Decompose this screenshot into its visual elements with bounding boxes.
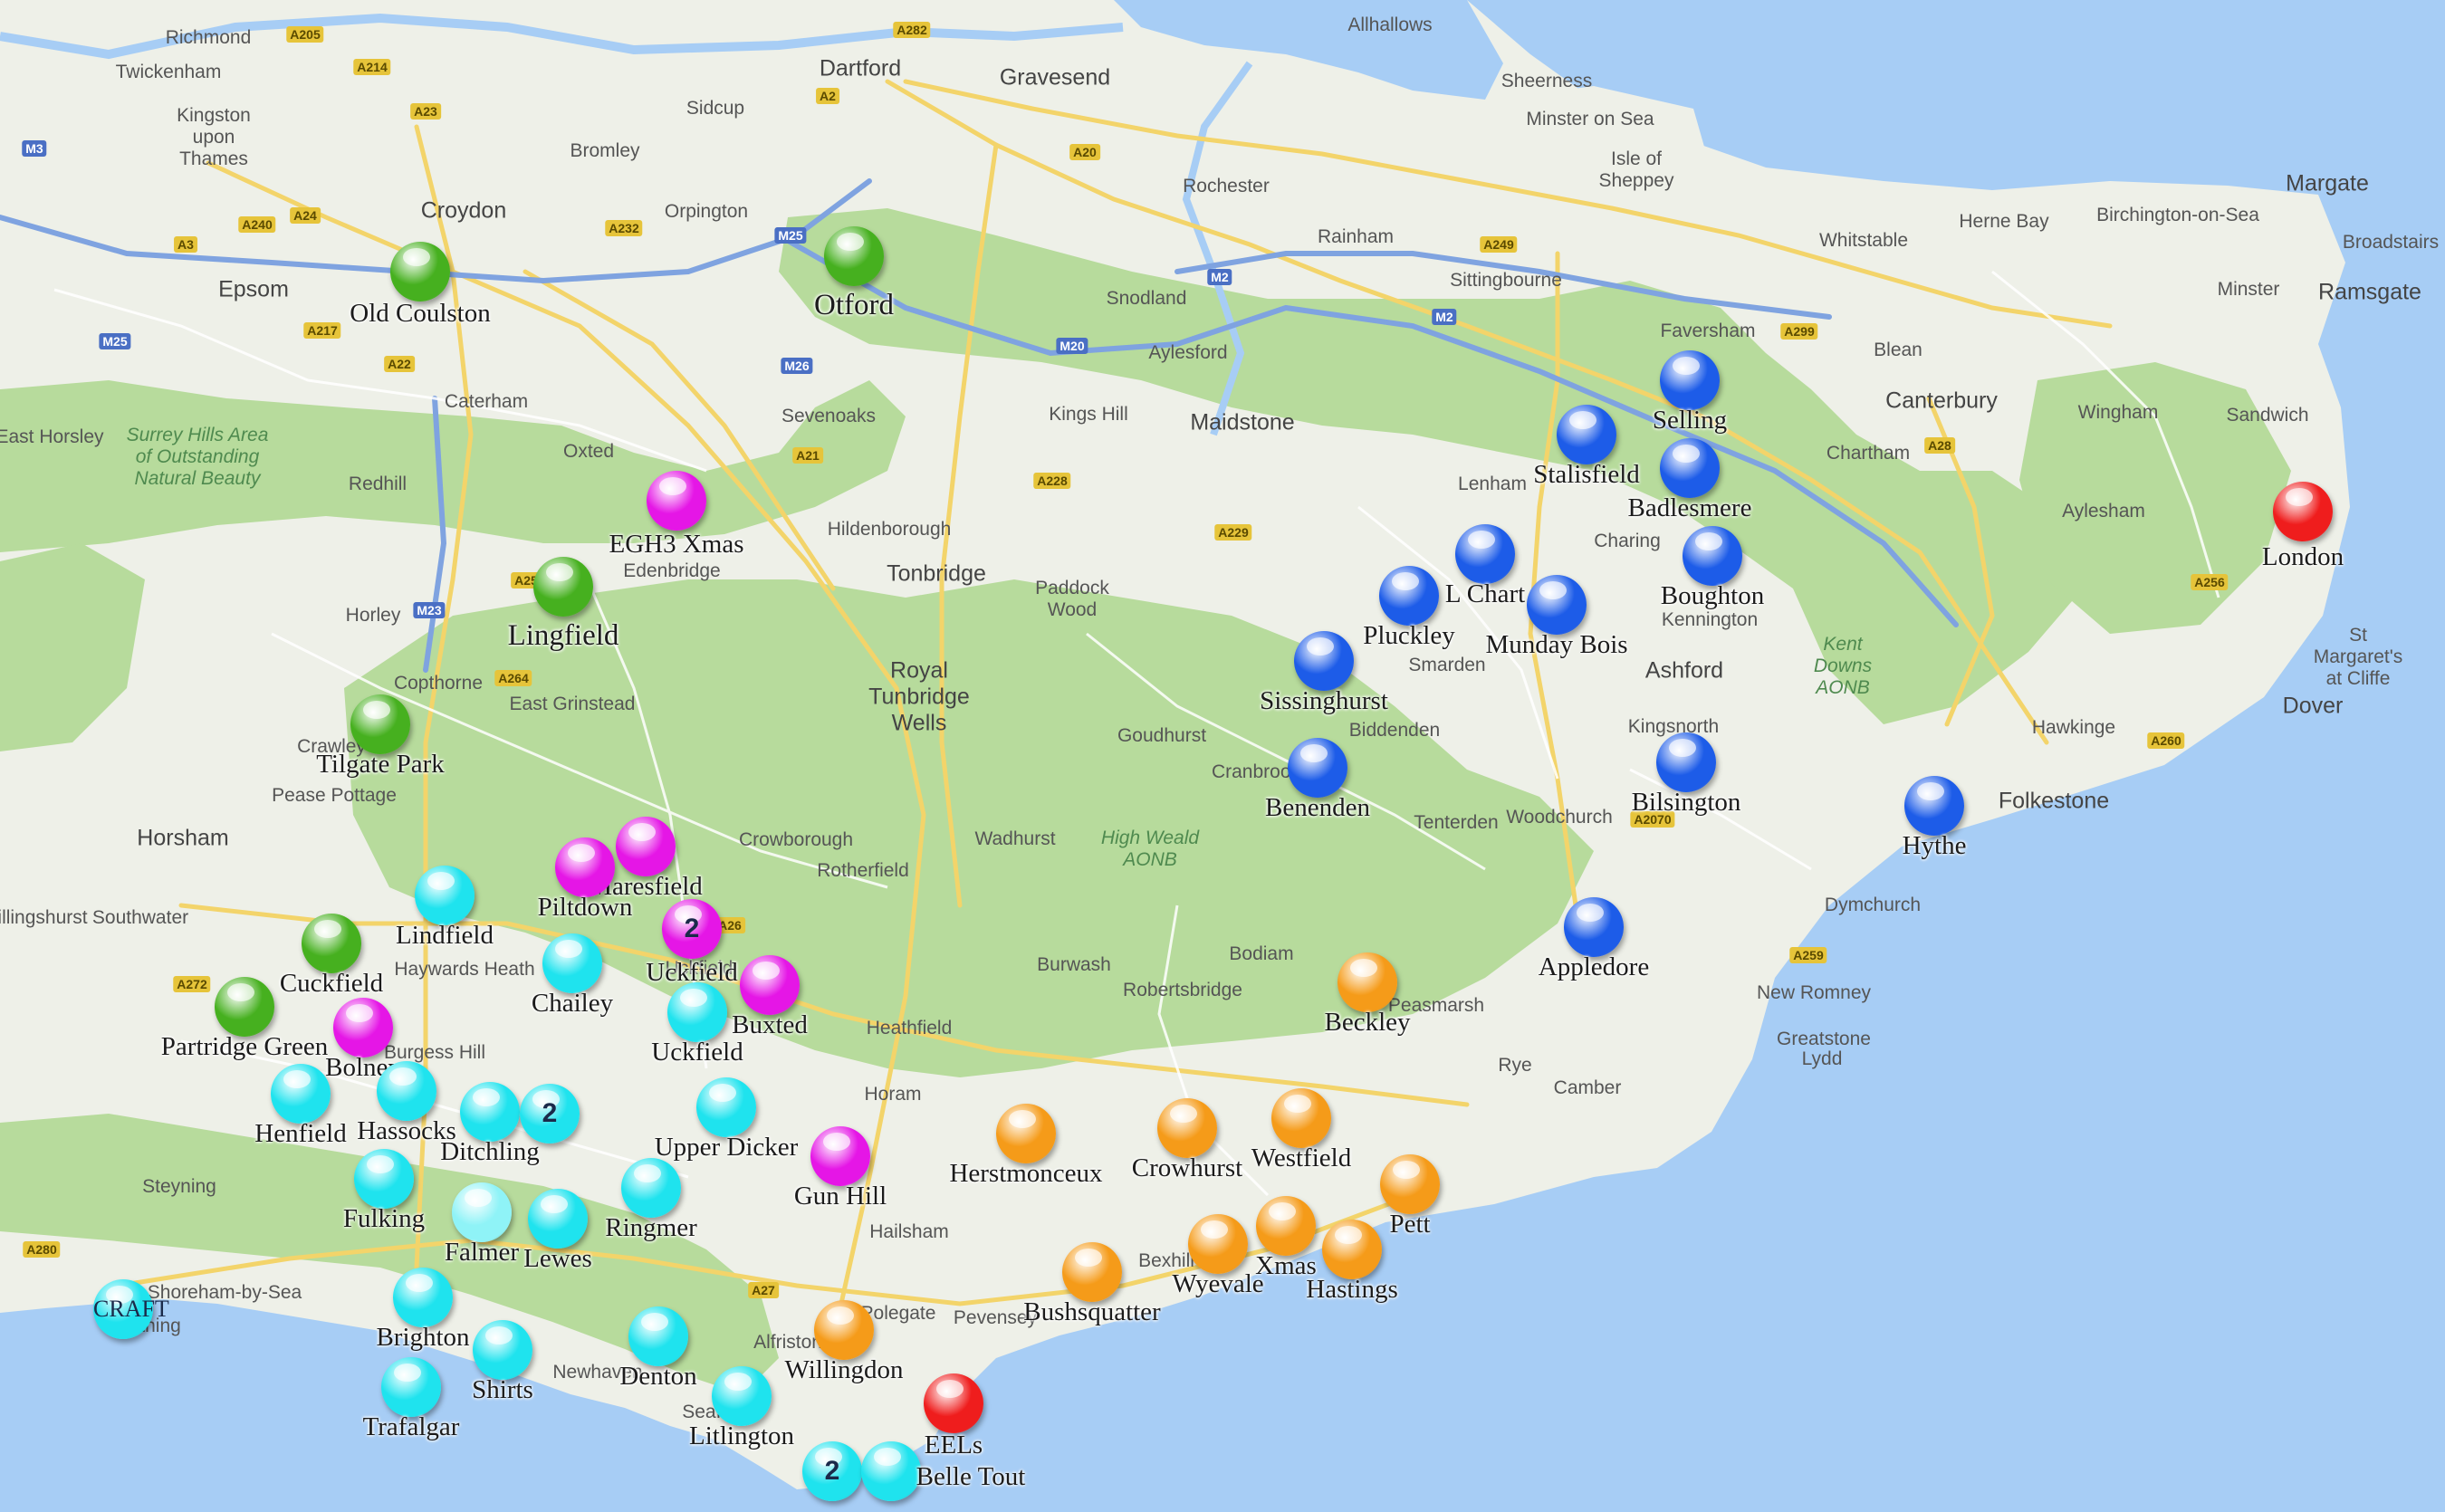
marker-lewes[interactable] <box>528 1189 588 1249</box>
road-shield-a264: A264 <box>494 670 532 686</box>
marker-denton[interactable] <box>628 1306 688 1366</box>
marker-litlington[interactable] <box>712 1366 772 1426</box>
marker-badlesmere[interactable] <box>1660 438 1720 498</box>
marker-ditchling[interactable] <box>460 1082 520 1142</box>
marker-belle-tout[interactable] <box>861 1441 921 1501</box>
road-shield-m2b: M2 <box>1432 309 1457 325</box>
road-shield-a232: A232 <box>605 220 643 236</box>
road-shield-a280: A280 <box>23 1241 61 1258</box>
road-shield-a23a: A23 <box>410 103 441 120</box>
marker-bolney[interactable] <box>333 998 393 1057</box>
map-base <box>0 0 2445 1512</box>
marker-cluster-count: 2 <box>684 914 700 943</box>
road-shield-a240: A240 <box>238 216 276 233</box>
marker-benenden[interactable] <box>1288 738 1347 798</box>
marker-pluckley[interactable] <box>1379 566 1439 626</box>
road-shield-a272: A272 <box>173 976 211 992</box>
road-shield-m26: M26 <box>781 358 813 374</box>
marker-l-chart[interactable] <box>1455 524 1515 584</box>
marker-bilsington[interactable] <box>1656 732 1716 792</box>
road-shield-a28: A28 <box>1924 437 1955 454</box>
marker-lindfield[interactable] <box>415 866 475 925</box>
marker-xmas[interactable] <box>1256 1196 1316 1256</box>
marker-appledore[interactable] <box>1564 897 1624 957</box>
marker-westfield[interactable] <box>1271 1088 1331 1148</box>
road-shield-a22: A22 <box>384 356 415 372</box>
marker-pett[interactable] <box>1380 1154 1440 1214</box>
road-shield-a205: A205 <box>286 26 324 43</box>
marker-old-coulston[interactable] <box>390 242 450 301</box>
marker-boughton[interactable] <box>1683 526 1742 586</box>
marker-selling[interactable] <box>1660 350 1720 410</box>
road-shield-m20: M20 <box>1056 338 1088 354</box>
marker-ringmer[interactable] <box>621 1158 681 1218</box>
marker-chailey[interactable] <box>542 933 602 993</box>
road-shield-a228: A228 <box>1033 473 1071 489</box>
road-shield-a3: A3 <box>174 236 197 253</box>
marker-hastings[interactable] <box>1322 1220 1382 1279</box>
marker-piltdown[interactable] <box>555 837 615 897</box>
marker-stalisfield[interactable] <box>1557 405 1616 464</box>
road-shield-m25b: M25 <box>774 227 807 244</box>
marker-otford[interactable] <box>824 226 884 286</box>
marker-egh3-xmas[interactable] <box>647 471 706 531</box>
marker-buxted[interactable] <box>740 955 800 1015</box>
marker-henfield[interactable] <box>271 1064 331 1124</box>
road-shield-m3: M3 <box>22 140 47 157</box>
road-shield-a256: A256 <box>2191 574 2229 590</box>
marker-gun-hill[interactable] <box>810 1126 870 1186</box>
marker-trafalgar[interactable] <box>381 1357 441 1417</box>
road-shield-a259: A259 <box>1789 947 1827 963</box>
marker-falmer[interactable] <box>452 1182 512 1242</box>
marker-uckfield[interactable] <box>667 982 727 1042</box>
marker-inline-label: CRAFT <box>93 1296 169 1322</box>
road-shield-a282: A282 <box>893 22 931 38</box>
marker-london[interactable] <box>2273 482 2333 541</box>
marker-fulking[interactable] <box>354 1149 414 1209</box>
marker-eels[interactable] <box>924 1373 983 1433</box>
marker-beckley[interactable] <box>1338 952 1397 1012</box>
marker-belle-tout-cluster[interactable]: 2 <box>802 1441 862 1501</box>
road-shield-a20: A20 <box>1069 144 1100 160</box>
road-shield-a299: A299 <box>1780 323 1818 340</box>
marker-brighton[interactable] <box>393 1268 453 1327</box>
marker-cluster-count: 2 <box>542 1098 558 1128</box>
marker-cluster-count: 2 <box>824 1456 840 1486</box>
road-shield-a2: A2 <box>816 88 839 104</box>
marker-hassocks[interactable] <box>377 1061 436 1121</box>
road-shield-a2070: A2070 <box>1630 811 1675 828</box>
marker-wyevale[interactable] <box>1188 1214 1248 1274</box>
road-shield-a249: A249 <box>1480 236 1518 253</box>
map-view[interactable]: Richmond Twickenham Kingston upon Thames Br… <box>0 0 2445 1512</box>
road-shield-a21: A21 <box>792 447 823 464</box>
marker-munday-bois[interactable] <box>1527 575 1587 635</box>
marker-uckfield-cluster[interactable]: 2 <box>662 899 722 959</box>
marker-partridge-green[interactable] <box>215 977 274 1037</box>
road-shield-a217: A217 <box>303 322 341 339</box>
road-shield-a229: A229 <box>1214 524 1252 541</box>
marker-lingfield[interactable] <box>533 557 593 617</box>
road-shield-a27: A27 <box>748 1282 779 1298</box>
marker-herstmonceux[interactable] <box>996 1104 1056 1163</box>
road-shield-a24: A24 <box>290 207 321 224</box>
marker-crowhurst[interactable] <box>1157 1098 1217 1158</box>
marker-upper-dicker[interactable] <box>696 1077 756 1137</box>
road-shield-m2: M2 <box>1207 269 1232 285</box>
marker-hythe[interactable] <box>1904 776 1964 836</box>
marker-cuckfield[interactable] <box>302 914 361 973</box>
marker-bushsquatter[interactable] <box>1062 1242 1122 1302</box>
marker-willingdon[interactable] <box>814 1300 874 1360</box>
marker-tilgate-park[interactable] <box>350 694 410 754</box>
marker-sissinghurst[interactable] <box>1294 631 1354 691</box>
marker-craft[interactable]: CRAFT <box>93 1279 169 1339</box>
road-shield-a260: A260 <box>2147 732 2185 749</box>
marker-ditchling-cluster[interactable]: 2 <box>520 1084 580 1144</box>
road-shield-m23: M23 <box>413 602 446 618</box>
marker-maresfield[interactable] <box>616 817 676 876</box>
road-shield-a214: A214 <box>353 59 391 75</box>
marker-shirts[interactable] <box>473 1320 532 1380</box>
road-shield-m25a: M25 <box>99 333 131 349</box>
